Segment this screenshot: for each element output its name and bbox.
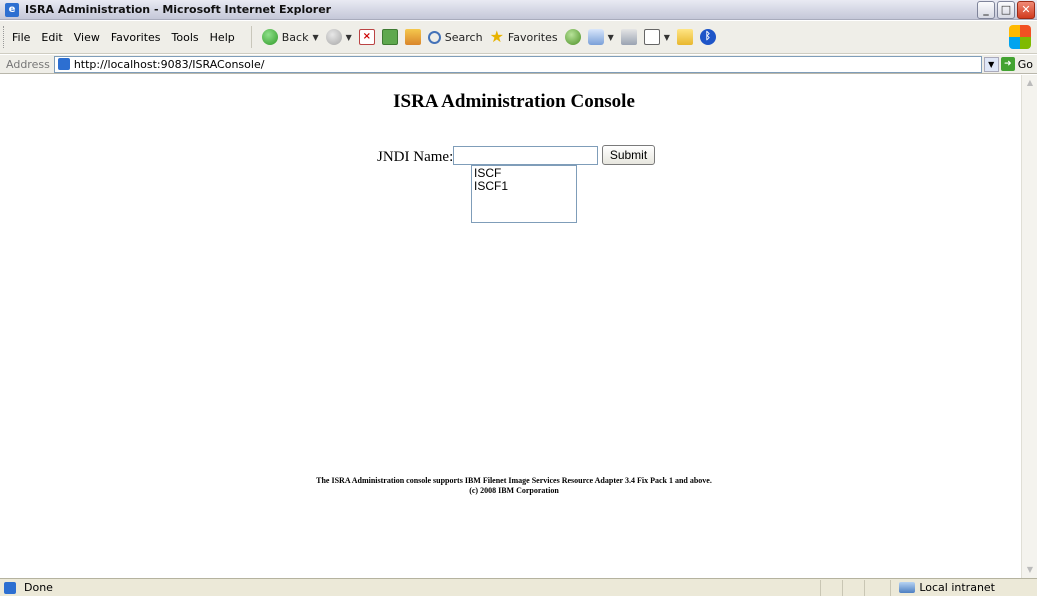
bluetooth-icon[interactable]: ᛒ xyxy=(699,29,716,45)
print-icon[interactable] xyxy=(620,29,637,45)
history-icon[interactable] xyxy=(564,29,581,45)
jndi-name-label: JNDI Name: xyxy=(377,149,454,165)
maximize-button[interactable]: □ xyxy=(997,1,1015,19)
address-dropdown[interactable]: ▼ xyxy=(983,56,999,72)
go-label: Go xyxy=(1017,57,1033,71)
folder-icon[interactable] xyxy=(676,29,693,45)
chevron-down-icon[interactable]: ▼ xyxy=(608,33,614,42)
window-title: ISRA Administration - Microsoft Internet… xyxy=(25,3,332,16)
menu-file[interactable]: File xyxy=(12,31,30,44)
menu-tools[interactable]: Tools xyxy=(172,31,199,44)
page-title: ISRA Administration Console xyxy=(393,91,635,112)
mail-button[interactable]: ▼ xyxy=(587,29,614,45)
toolbar-grip[interactable] xyxy=(3,26,6,48)
go-button[interactable]: ➜ Go xyxy=(1000,57,1033,71)
forward-icon xyxy=(325,29,342,45)
footer-copyright: (c) 2008 IBM Corporation xyxy=(469,486,559,495)
search-button[interactable]: Search xyxy=(427,30,483,44)
favorites-button[interactable]: ★ Favorites xyxy=(490,29,558,45)
menu-edit[interactable]: Edit xyxy=(41,31,62,44)
jndi-name-input[interactable] xyxy=(453,146,598,165)
edit-icon xyxy=(643,29,660,45)
footer-support-text: The ISRA Administration console supports… xyxy=(316,476,712,485)
scroll-up-icon[interactable]: ▲ xyxy=(1023,76,1037,90)
status-bar: Done Local intranet xyxy=(0,578,1037,596)
address-label: Address xyxy=(6,57,50,71)
menu-help[interactable]: Help xyxy=(210,31,235,44)
page-icon xyxy=(57,58,70,70)
security-zone: Local intranet xyxy=(890,579,1037,596)
intranet-icon xyxy=(899,582,916,593)
title-bar: e ISRA Administration - Microsoft Intern… xyxy=(0,0,1037,20)
address-bar: Address http://localhost:9083/ISRAConsol… xyxy=(0,55,1037,74)
back-icon xyxy=(261,29,278,45)
toolbar-separator xyxy=(250,26,252,48)
address-url: http://localhost:9083/ISRAConsole/ xyxy=(73,57,265,71)
search-icon xyxy=(427,30,441,44)
status-pane xyxy=(820,579,842,596)
scroll-down-icon[interactable]: ▼ xyxy=(1023,563,1037,577)
address-input[interactable]: http://localhost:9083/ISRAConsole/ xyxy=(53,55,982,73)
submit-button[interactable]: Submit xyxy=(602,145,655,165)
menu-bar: File Edit View Favorites Tools Help xyxy=(12,31,235,44)
windows-logo-icon xyxy=(1009,25,1031,49)
menu-favorites[interactable]: Favorites xyxy=(111,31,161,44)
close-button[interactable]: ✕ xyxy=(1017,1,1035,19)
page-content: ISRA Administration Console JNDI Name: S… xyxy=(7,75,1021,578)
ie-icon: e xyxy=(5,2,19,17)
zone-label: Local intranet xyxy=(919,581,995,594)
status-pane xyxy=(864,579,886,596)
chevron-down-icon[interactable]: ▼ xyxy=(346,33,352,42)
stop-icon[interactable]: × xyxy=(358,29,375,45)
forward-button[interactable]: ▼ xyxy=(325,29,352,45)
page-done-icon xyxy=(4,581,16,594)
chevron-down-icon[interactable]: ▼ xyxy=(664,33,670,42)
status-pane xyxy=(842,579,864,596)
window-controls: _ □ ✕ xyxy=(977,1,1035,19)
jndi-suggestion-list[interactable]: ISCF ISCF1 xyxy=(471,165,577,223)
back-button[interactable]: Back ▼ xyxy=(261,29,319,45)
back-label: Back xyxy=(281,30,309,44)
home-icon[interactable] xyxy=(404,29,421,45)
footer: The ISRA Administration console supports… xyxy=(7,476,1021,496)
standard-toolbar: Back ▼ ▼ × Search ★ Favorites ▼ ▼ ᛒ xyxy=(261,29,716,45)
search-label: Search xyxy=(444,30,483,44)
list-item[interactable]: ISCF1 xyxy=(474,180,574,193)
go-arrow-icon: ➜ xyxy=(1000,57,1015,71)
mail-icon xyxy=(587,29,604,45)
menu-toolbar: File Edit View Favorites Tools Help Back… xyxy=(0,21,1037,54)
status-text-pane: Done xyxy=(0,581,820,594)
star-icon: ★ xyxy=(489,27,504,46)
minimize-button[interactable]: _ xyxy=(977,1,995,19)
edit-button[interactable]: ▼ xyxy=(643,29,670,45)
vertical-scrollbar[interactable]: ▲ ▼ xyxy=(1021,75,1037,578)
status-text: Done xyxy=(24,581,53,594)
chevron-down-icon[interactable]: ▼ xyxy=(312,33,318,42)
refresh-icon[interactable] xyxy=(381,29,398,45)
menu-view[interactable]: View xyxy=(74,31,100,44)
favorites-label: Favorites xyxy=(507,30,558,44)
